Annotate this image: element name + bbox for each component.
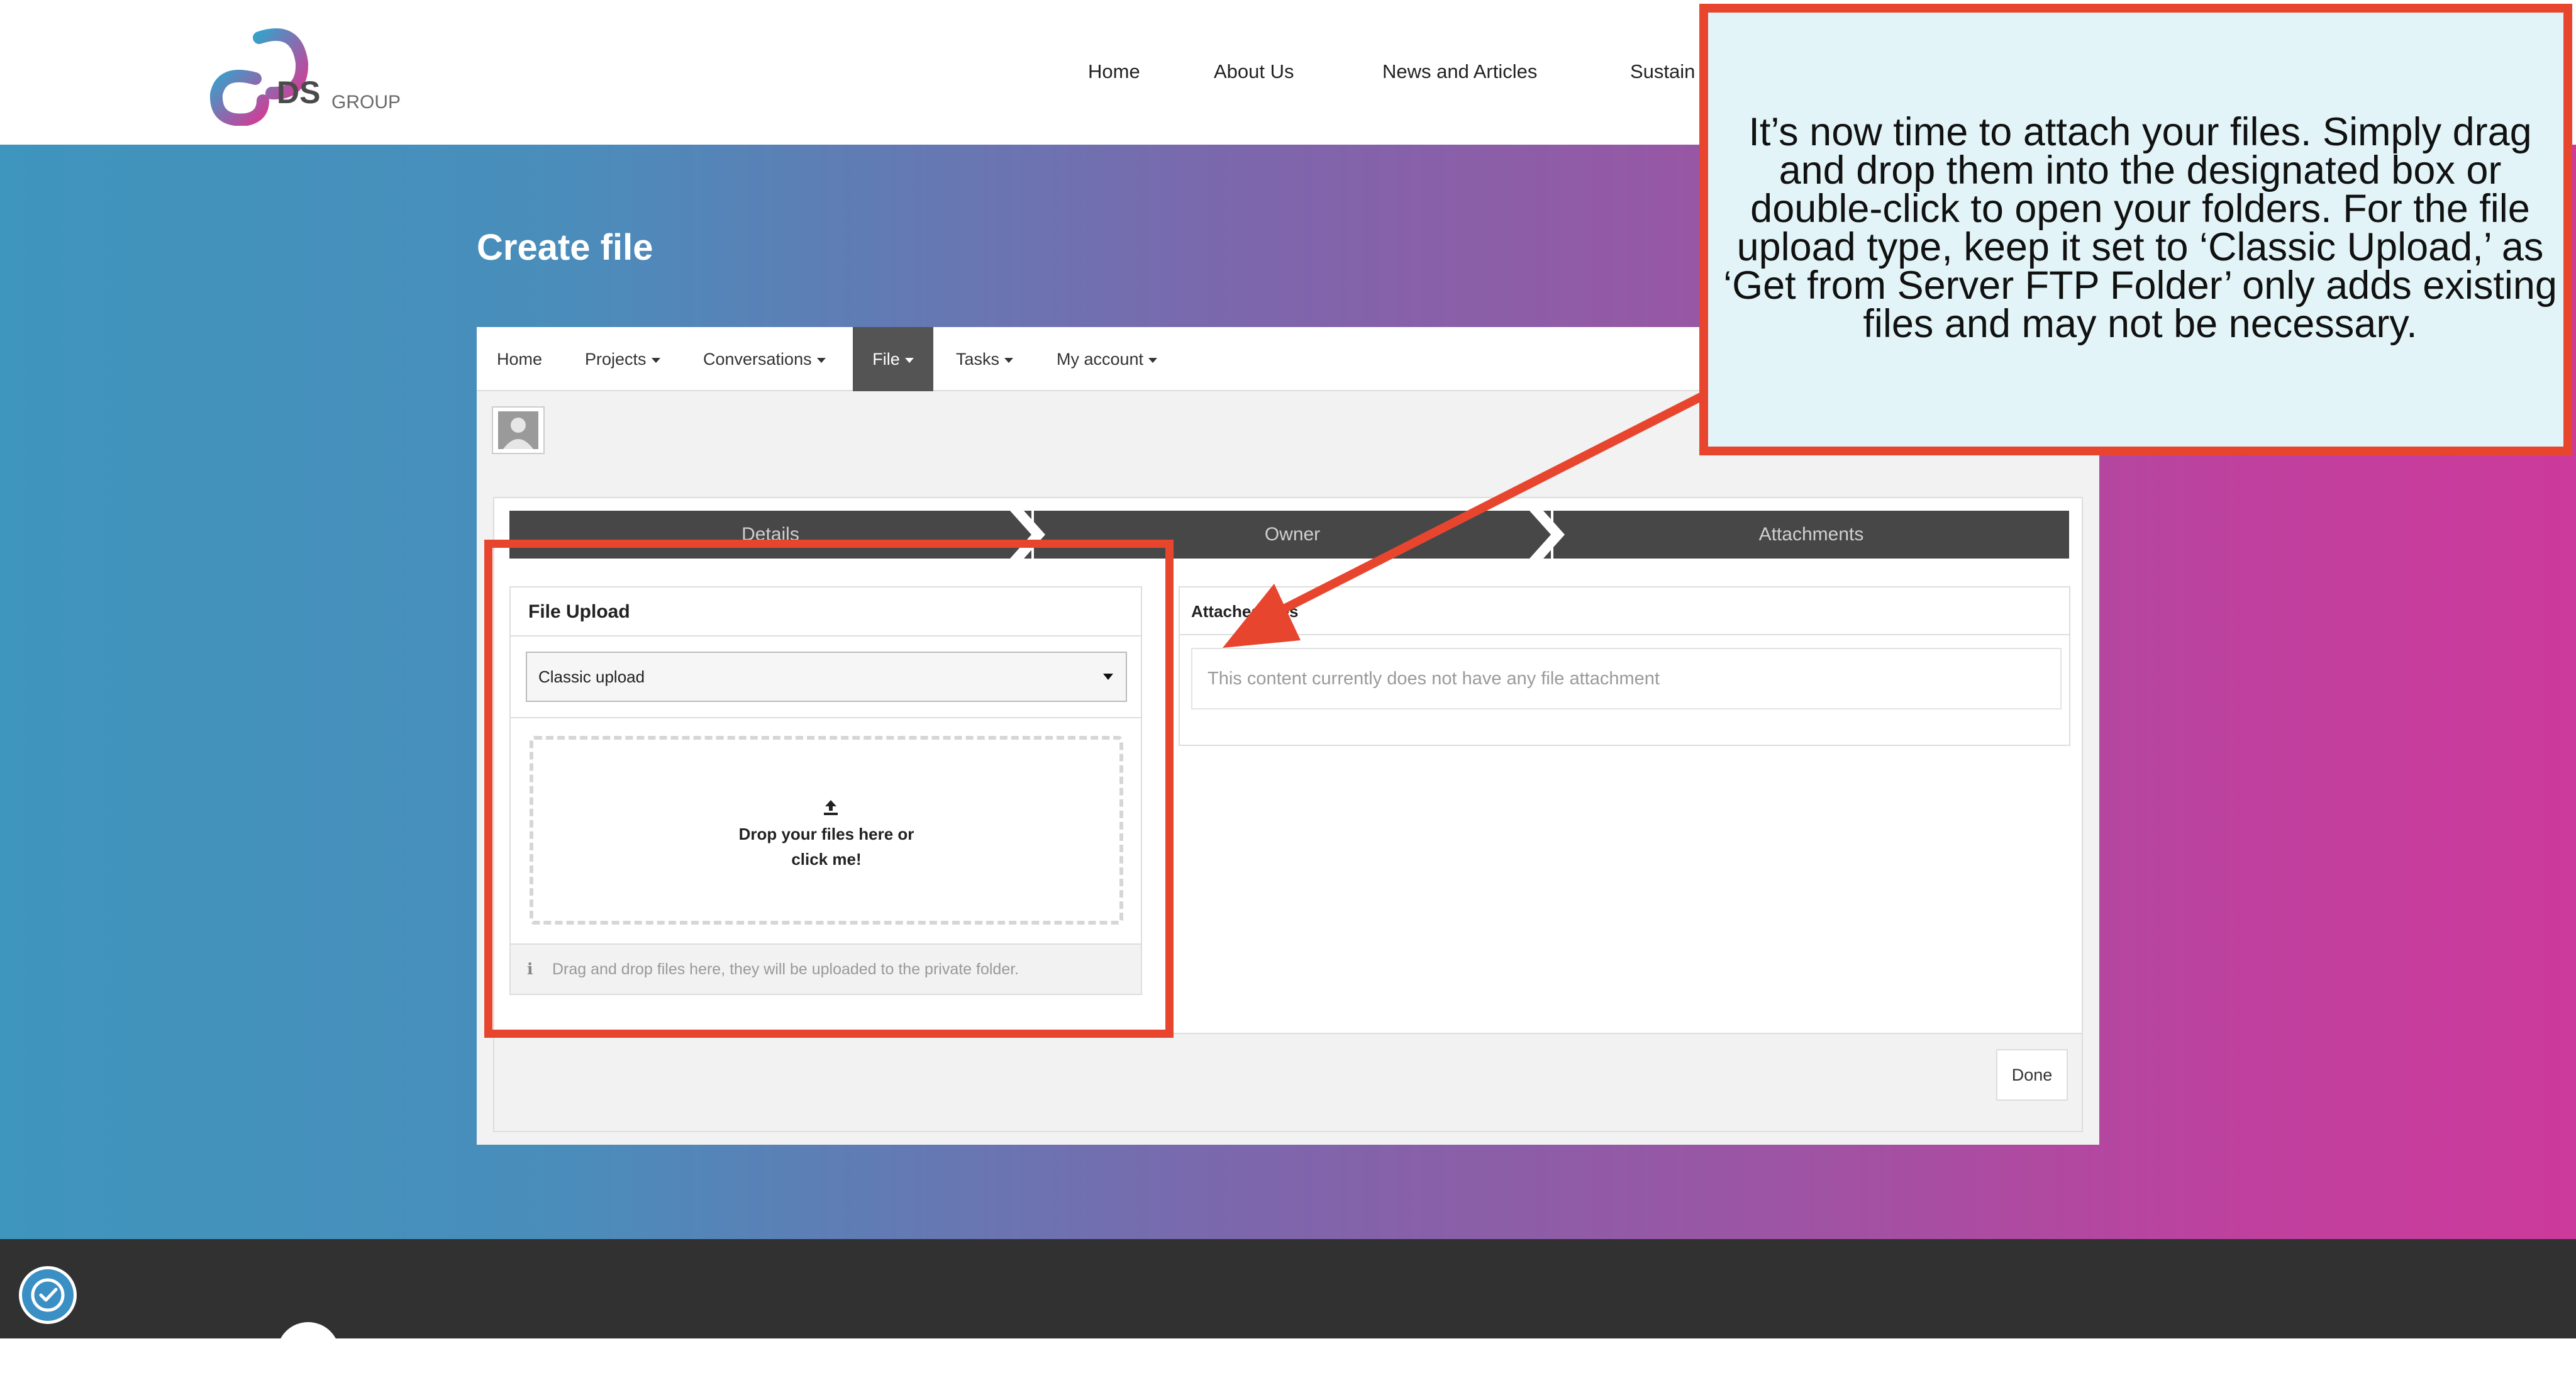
app-nav-conversations[interactable]: Conversations	[703, 327, 826, 391]
chevron-down-icon	[1148, 357, 1158, 363]
attached-files-header: Attached files	[1180, 587, 2069, 635]
app-nav-projects[interactable]: Projects	[585, 327, 660, 391]
app-nav-projects-label: Projects	[585, 350, 647, 369]
chevron-down-icon	[904, 357, 914, 363]
app-nav-conversations-label: Conversations	[703, 350, 812, 369]
done-button[interactable]: Done	[1996, 1049, 2068, 1101]
tutorial-callout: It’s now time to attach your files. Simp…	[1699, 4, 2572, 455]
app-nav-file-label: File	[872, 350, 900, 369]
highlight-box	[484, 540, 1174, 1038]
logo-text: DS	[277, 75, 321, 110]
site-nav-sustainability[interactable]: Sustain	[1630, 60, 1695, 83]
app-nav-home[interactable]: Home	[497, 327, 542, 391]
chevron-down-icon	[651, 357, 660, 363]
chevron-down-icon	[1004, 357, 1014, 363]
attached-files-panel: Attached files This content currently do…	[1179, 586, 2070, 746]
app-nav-my-account[interactable]: My account	[1057, 327, 1158, 391]
cookie-settings-icon[interactable]	[19, 1266, 77, 1324]
app-nav-home-label: Home	[497, 350, 543, 369]
user-avatar-icon[interactable]	[492, 406, 545, 454]
site-nav-home[interactable]: Home	[1088, 60, 1140, 83]
logo-subtext: GROUP	[331, 92, 401, 113]
app-nav-tasks-label: Tasks	[956, 350, 1000, 369]
page-title: Create file	[477, 227, 653, 268]
site-footer	[0, 1239, 2576, 1338]
app-nav-tasks[interactable]: Tasks	[956, 327, 1014, 391]
site-nav-about-us[interactable]: About Us	[1214, 60, 1294, 83]
attached-files-empty-message: This content currently does not have any…	[1191, 648, 2062, 709]
callout-text: It’s now time to attach your files. Simp…	[1723, 110, 2557, 346]
site-nav-news-and-articles[interactable]: News and Articles	[1382, 60, 1537, 83]
chevron-down-icon	[816, 357, 826, 363]
wizard-footer: Done	[494, 1033, 2082, 1131]
app-nav-file[interactable]: File	[853, 327, 933, 391]
app-nav-my-account-label: My account	[1057, 350, 1144, 369]
footer-circle-icon	[277, 1322, 340, 1385]
